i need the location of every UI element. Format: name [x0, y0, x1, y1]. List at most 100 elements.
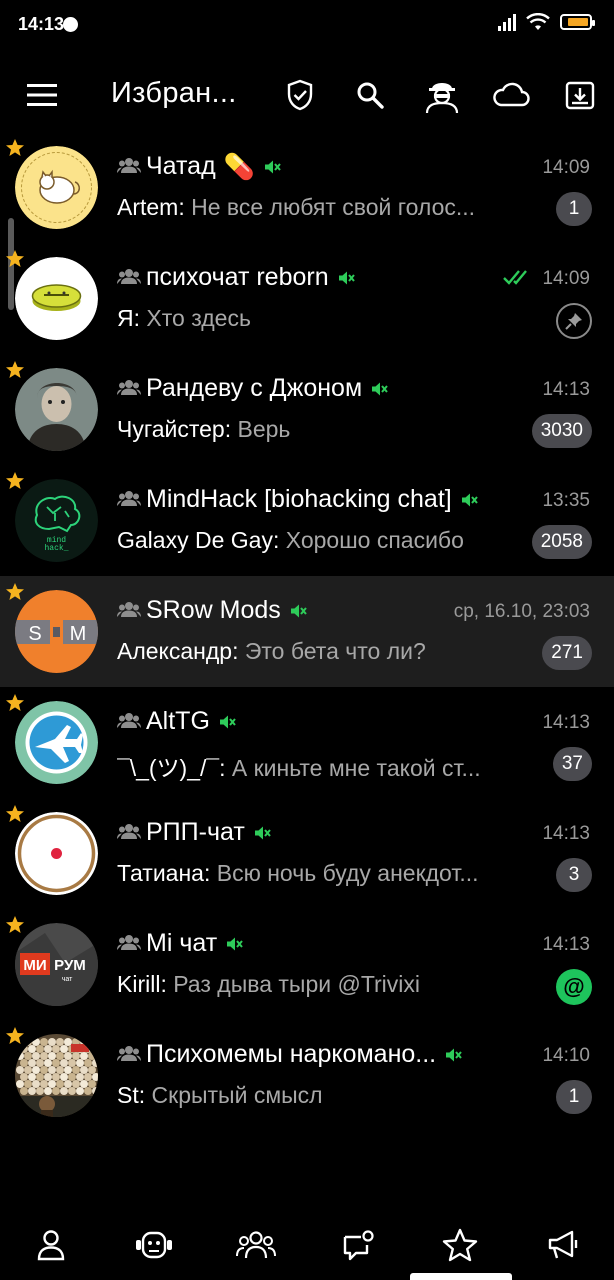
favorite-star-icon: [6, 583, 24, 600]
message-text: Скрытый смысл: [145, 1082, 323, 1108]
chat-row[interactable]: S M SRow Mods ср, 16.10, 23:03 Александр:…: [0, 576, 614, 687]
unread-count-badge: 3030: [531, 414, 592, 448]
message-preview: Galaxy De Gay: Хорошо спасибо: [117, 527, 464, 554]
mi-avatar[interactable]: МИ РУМ чат: [15, 923, 98, 1006]
archive-icon: [565, 81, 595, 110]
message-sender: Я:: [117, 305, 140, 331]
srow-avatar[interactable]: S M: [15, 590, 98, 673]
menu-icon: [27, 84, 57, 106]
portrait-avatar[interactable]: [15, 368, 98, 451]
svg-text:МИ: МИ: [23, 957, 46, 974]
muted-icon: [290, 604, 307, 618]
group-chat-icon: [117, 602, 141, 617]
chat-title: РПП-чат: [146, 818, 271, 847]
unread-count-badge: 2058: [531, 525, 592, 559]
megaphone-icon: [548, 1230, 578, 1259]
message-preview: Чугайстер: Верь: [117, 416, 290, 443]
chat-title-text: Рандеву с Джоном: [146, 374, 363, 402]
location-icon: [63, 17, 78, 32]
circle-avatar[interactable]: [15, 812, 98, 895]
nav-bots[interactable]: [126, 1220, 182, 1270]
nav-megaphone[interactable]: [535, 1220, 591, 1270]
chat-time: 14:13: [542, 823, 590, 844]
chat-time: ср, 16.10, 23:03: [453, 601, 590, 622]
chat-title-text: Чатад: [146, 152, 216, 180]
contacts-icon: [37, 1230, 65, 1261]
message-preview: Artem: Не все любят свой голос...: [117, 194, 475, 221]
chat-title: Рандеву с Джоном: [146, 374, 388, 403]
chat-title: Чатад 💊: [146, 152, 281, 182]
chat-row[interactable]: AltTG 14:13 ¯\_(ツ)_/¯: А киньте мне такой…: [0, 687, 614, 798]
group-chat-icon: [117, 824, 141, 839]
favorite-star-icon: [6, 361, 24, 378]
chat-row[interactable]: Психомемы наркомано... 14:10 St: Скрытый …: [0, 1020, 614, 1131]
search-button[interactable]: [345, 70, 395, 120]
incognito-icon: [425, 83, 459, 114]
page-title: Избран...: [111, 77, 237, 109]
nav-channels[interactable]: [330, 1220, 386, 1270]
message-text: Не все любят свой голос...: [184, 194, 476, 220]
favorite-star-icon: [6, 805, 24, 822]
signal-icon: [498, 13, 516, 31]
unread-count-badge: 1: [556, 1080, 592, 1114]
chat-row[interactable]: mind hack_ MindHack [biohacking chat] 13…: [0, 465, 614, 576]
muted-icon: [446, 1048, 462, 1062]
nav-favorites[interactable]: [432, 1220, 488, 1270]
plane-avatar[interactable]: [15, 701, 98, 784]
top-toolbar: Избран...: [0, 60, 614, 130]
message-preview: Я: Хто здесь: [117, 305, 251, 332]
chat-title-text: SRow Mods: [146, 596, 281, 624]
status-bar: 14:13: [0, 0, 614, 50]
unread-count-badge: 37: [552, 747, 592, 781]
chat-time: 14:13: [542, 379, 590, 400]
shield-icon: [287, 79, 313, 111]
read-double-check-icon: [503, 270, 527, 285]
brain-avatar[interactable]: mind hack_: [15, 479, 98, 562]
chat-row[interactable]: Чатад 💊 14:09 Artem: Не все любят свой гол…: [0, 132, 614, 243]
favorite-star-icon: [6, 472, 24, 489]
chat-row[interactable]: МИ РУМ чат Mi чат 14:13 Kirill: Раз дыва …: [0, 909, 614, 1020]
pin-icon: [565, 313, 582, 330]
cloud-icon: [493, 82, 530, 107]
chat-title-text: РПП-чат: [146, 818, 245, 846]
crowd-avatar[interactable]: [15, 1034, 98, 1117]
chat-title: SRow Mods: [146, 596, 307, 625]
muted-icon: [372, 382, 388, 396]
chat-title-text: Психомемы наркомано...: [146, 1040, 437, 1068]
message-preview: Александр: Это бета что ли?: [117, 638, 426, 665]
favorite-star-icon: [6, 1027, 24, 1044]
group-chat-icon: [117, 935, 141, 950]
chat-title-text: AltTG: [146, 707, 210, 735]
message-text: Это бета что ли?: [238, 638, 426, 664]
chat-row[interactable]: РПП-чат 14:13 Татиана: Всю ночь буду анек…: [0, 798, 614, 909]
chat-title: психочат reborn: [146, 263, 355, 292]
nav-groups[interactable]: [228, 1220, 284, 1270]
muted-icon: [264, 160, 281, 174]
muted-icon: [227, 937, 243, 951]
favorite-star-icon: [6, 139, 24, 156]
chat-title: AltTG: [146, 707, 236, 736]
bots-icon: [136, 1231, 172, 1259]
group-chat-icon: [117, 269, 141, 284]
active-tab-indicator: [410, 1273, 512, 1280]
message-preview: St: Скрытый смысл: [117, 1082, 323, 1109]
chat-time: 14:13: [542, 934, 590, 955]
chat-title-text: MindHack [biohacking chat]: [146, 485, 452, 513]
message-preview: Татиана: Всю ночь буду анекдот...: [117, 860, 479, 887]
archive-button[interactable]: [555, 70, 605, 120]
message-sender: Artem:: [117, 194, 185, 220]
muted-icon: [254, 826, 271, 840]
menu-button[interactable]: [17, 70, 67, 120]
security-button[interactable]: [275, 70, 325, 120]
chat-title-text: Mi чат: [146, 929, 218, 957]
chat-row[interactable]: Рандеву с Джоном 14:13 Чугайстер: Верь 303…: [0, 354, 614, 465]
cat-avatar[interactable]: [15, 146, 98, 229]
nav-contacts[interactable]: [23, 1220, 79, 1270]
cloud-button[interactable]: [486, 70, 536, 120]
chat-row[interactable]: психочат reborn 14:09 Я: Хто здесь: [0, 243, 614, 354]
bottom-nav: [0, 1200, 614, 1280]
chat-time: 14:13: [542, 712, 590, 733]
pill-avatar[interactable]: [15, 257, 98, 340]
incognito-button[interactable]: [417, 70, 467, 120]
unread-count-badge: 3: [556, 858, 592, 892]
